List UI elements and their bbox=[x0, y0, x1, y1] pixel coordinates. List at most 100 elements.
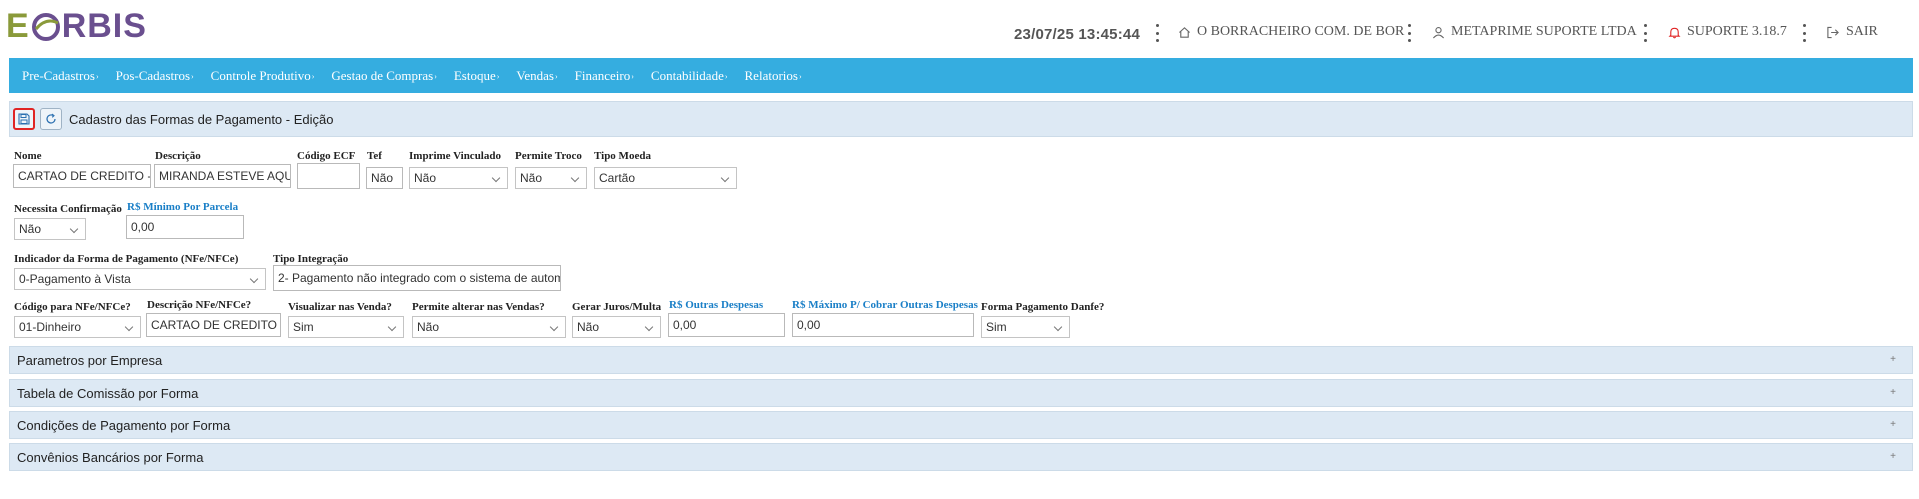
expand-plus-icon: + bbox=[1890, 387, 1896, 398]
user-selector[interactable]: METAPRIME SUPORTE LTDA bbox=[1432, 22, 1637, 42]
visualizar-venda-select[interactable]: Sim bbox=[288, 316, 404, 338]
codigo-nfe-select[interactable]: 01-Dinheiro bbox=[14, 316, 141, 338]
kebab-menu-icon[interactable] bbox=[1801, 24, 1807, 42]
kebab-menu-icon[interactable] bbox=[1642, 24, 1648, 42]
visualizar-venda-label: Visualizar nas Venda? bbox=[288, 301, 392, 313]
chevron-right-icon: › bbox=[191, 71, 194, 81]
imprime-vinculado-select[interactable]: Não bbox=[409, 167, 508, 189]
gerar-juros-select[interactable]: Não bbox=[572, 316, 661, 338]
support-link[interactable]: SUPORTE 3.18.7 bbox=[1668, 22, 1787, 42]
nome-input[interactable]: CARTAO DE CREDITO - MIRANDA bbox=[13, 164, 151, 188]
bell-icon bbox=[1668, 27, 1681, 38]
codigo-nfe-value: 01-Dinheiro bbox=[19, 320, 82, 334]
tipo-moeda-select[interactable]: Cartão bbox=[594, 167, 737, 189]
section-tabela-comissao[interactable]: Tabela de Comissão por Forma + bbox=[9, 379, 1913, 407]
descricao-value: MIRANDA ESTEVE AQUI bbox=[159, 169, 291, 183]
save-button[interactable] bbox=[13, 108, 35, 130]
chevron-right-icon: › bbox=[554, 71, 558, 81]
page-title: Cadastro das Formas de Pagamento - Ediçã… bbox=[69, 111, 334, 127]
menu-item-estoque[interactable]: Estoque› bbox=[454, 68, 500, 84]
tipo-integracao-field[interactable]: 2- Pagamento não integrado com o sistema… bbox=[273, 265, 561, 291]
home-icon bbox=[1179, 26, 1190, 38]
forma-danfe-value: Sim bbox=[986, 320, 1007, 334]
chevron-down-icon bbox=[644, 322, 654, 332]
logo-letters: RBIS bbox=[61, 6, 147, 45]
tef-value: Não bbox=[371, 171, 394, 185]
user-name: METAPRIME SUPORTE LTDA bbox=[1451, 24, 1637, 39]
kebab-menu-icon[interactable] bbox=[1154, 24, 1160, 42]
menu-item-label: Contabilidade bbox=[650, 67, 724, 83]
chevron-down-icon bbox=[1053, 322, 1063, 332]
maximo-outras-input[interactable]: 0,00 bbox=[792, 313, 974, 337]
minimo-parcela-input[interactable]: 0,00 bbox=[126, 215, 244, 239]
kebab-menu-icon[interactable] bbox=[1406, 24, 1412, 42]
minimo-parcela-value: 0,00 bbox=[131, 220, 155, 234]
menu-item-pre-cadastros[interactable]: Pre-Cadastros› bbox=[22, 68, 99, 84]
menu-item-gestao-de-compras[interactable]: Gestao de Compras› bbox=[331, 68, 436, 84]
forma-danfe-select[interactable]: Sim bbox=[981, 316, 1070, 338]
tipo-moeda-value: Cartão bbox=[599, 171, 636, 185]
permite-alterar-select[interactable]: Não bbox=[412, 316, 566, 338]
maximo-outras-label: R$ Máximo P/ Cobrar Outras Despesas bbox=[792, 299, 978, 311]
brand-logo: E RBIS bbox=[6, 6, 147, 45]
chevron-down-icon bbox=[124, 322, 134, 332]
imprime-vinculado-value: Não bbox=[414, 171, 437, 185]
maximo-outras-value: 0,00 bbox=[797, 318, 821, 332]
section-condicoes-pagamento[interactable]: Condições de Pagamento por Forma + bbox=[9, 411, 1913, 439]
chevron-down-icon bbox=[720, 173, 730, 183]
menu-item-contabilidade[interactable]: Contabilidade› bbox=[651, 68, 728, 84]
permite-alterar-value: Não bbox=[417, 320, 440, 334]
indicador-forma-select[interactable]: 0-Pagamento à Vista bbox=[14, 268, 266, 290]
chevron-down-icon bbox=[491, 173, 501, 183]
descricao-nfe-label: Descrição NFe/NFCe? bbox=[147, 299, 252, 311]
logout-label: SAIR bbox=[1846, 24, 1878, 39]
logout-icon bbox=[1827, 26, 1839, 38]
section-parametros-por-empresa[interactable]: Parametros por Empresa + bbox=[9, 346, 1913, 374]
page-title-bar: Cadastro das Formas de Pagamento - Ediçã… bbox=[9, 101, 1913, 137]
outras-despesas-input[interactable]: 0,00 bbox=[668, 313, 785, 337]
expand-plus-icon: + bbox=[1890, 354, 1896, 365]
store-selector[interactable]: O BORRACHEIRO COM. DE BOR bbox=[1178, 22, 1404, 42]
menu-item-label: Vendas bbox=[516, 67, 554, 83]
descricao-input[interactable]: MIRANDA ESTEVE AQUI bbox=[154, 164, 291, 188]
refresh-button[interactable] bbox=[40, 108, 62, 130]
tef-label: Tef bbox=[367, 150, 382, 162]
permite-troco-select[interactable]: Não bbox=[515, 167, 587, 189]
globe-logo-icon bbox=[31, 13, 60, 41]
permite-alterar-label: Permite alterar nas Vendas? bbox=[412, 301, 545, 313]
menu-item-label: Pre-Cadastros bbox=[22, 67, 95, 83]
menu-item-label: Financeiro bbox=[574, 67, 631, 83]
logout-button[interactable]: SAIR bbox=[1826, 22, 1878, 42]
chevron-down-icon bbox=[249, 274, 259, 284]
menu-item-financeiro[interactable]: Financeiro› bbox=[575, 68, 634, 84]
menu-item-vendas[interactable]: Vendas› bbox=[516, 68, 557, 84]
chevron-right-icon: › bbox=[311, 71, 315, 81]
necessita-confirmacao-select[interactable]: Não bbox=[14, 218, 86, 240]
chevron-right-icon: › bbox=[95, 71, 99, 81]
tef-field[interactable]: Não bbox=[366, 167, 403, 189]
menu-item-label: Relatorios bbox=[744, 67, 798, 83]
chevron-right-icon: › bbox=[798, 71, 802, 81]
gerar-juros-value: Não bbox=[577, 320, 600, 334]
visualizar-venda-value: Sim bbox=[293, 320, 314, 334]
descricao-nfe-value: CARTAO DE CREDITO - MIRANDA bbox=[151, 318, 280, 332]
permite-troco-label: Permite Troco bbox=[515, 150, 582, 162]
descricao-nfe-input[interactable]: CARTAO DE CREDITO - MIRANDA bbox=[146, 313, 281, 337]
menu-item-pos-cadastros[interactable]: Pos-Cadastros› bbox=[116, 68, 194, 84]
section-title: Convênios Bancários por Forma bbox=[17, 449, 204, 465]
header-datetime: 23/07/25 13:45:44 bbox=[1014, 26, 1141, 43]
user-icon bbox=[1432, 26, 1445, 38]
menu-item-relatorios[interactable]: Relatorios› bbox=[745, 68, 802, 84]
minimo-parcela-label: R$ Mínimo Por Parcela bbox=[127, 201, 239, 213]
refresh-icon bbox=[46, 113, 56, 124]
tipo-integracao-label: Tipo Integração bbox=[273, 253, 349, 265]
chevron-down-icon bbox=[549, 322, 559, 332]
necessita-confirmacao-value: Não bbox=[19, 222, 42, 236]
codigo-nfe-label: Código para NFe/NFCe? bbox=[14, 301, 131, 313]
codigo-ecf-input[interactable] bbox=[297, 163, 360, 189]
descricao-label: Descrição bbox=[155, 150, 201, 162]
section-convenios-bancarios[interactable]: Convênios Bancários por Forma + bbox=[9, 443, 1913, 471]
nome-value: CARTAO DE CREDITO - MIRANDA bbox=[18, 169, 151, 183]
permite-troco-value: Não bbox=[520, 171, 543, 185]
menu-item-controle-produtivo[interactable]: Controle Produtivo› bbox=[211, 68, 315, 84]
